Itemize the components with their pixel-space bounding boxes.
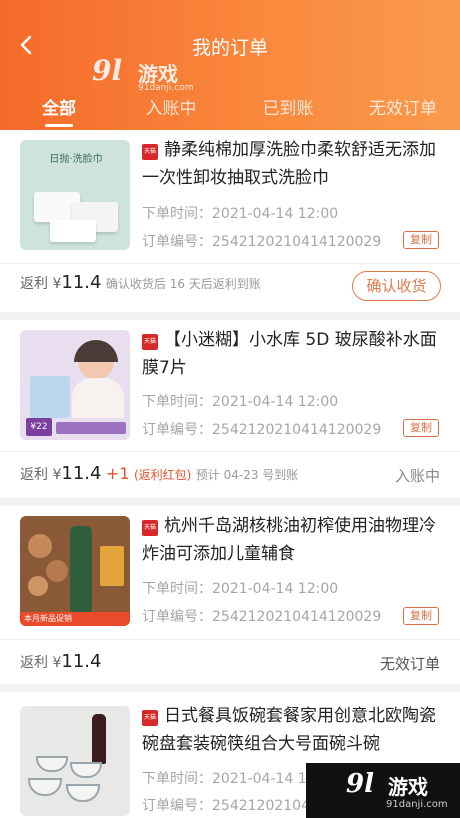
product-title[interactable]: 杭州千岛湖核桃油初榨使用油物理冷炸油可添加儿童辅食	[142, 512, 442, 568]
order-time-value: 2021-04-14 12:00	[212, 581, 339, 597]
product-title[interactable]: 静柔纯棉加厚洗脸巾柔软舒适无添加一次性卸妆抽取式洗脸巾	[142, 136, 442, 192]
order-number: 订单编号：2542120210414120029	[142, 606, 381, 626]
order-time-label: 下单时间：	[142, 394, 212, 410]
order-number-value: 2542120210414120029	[212, 609, 382, 625]
order-card[interactable]: 本月新品促销 天猫 杭州千岛湖核桃油初榨使用油物理冷炸油可添加儿童辅食 下单时间…	[0, 506, 460, 684]
rebate-info: 返利 ¥11.4 确认收货后 16 天后返利到账	[20, 272, 261, 293]
order-number-label: 订单编号：	[142, 798, 212, 814]
order-number-label: 订单编号：	[142, 609, 212, 625]
order-status: 无效订单	[379, 655, 440, 673]
product-image[interactable]: 日抛·洗脸巾	[20, 140, 130, 250]
order-number: 订单编号：2542120210414120029	[142, 419, 381, 439]
divider	[0, 263, 460, 264]
order-number-value: 2542120210414120029	[212, 234, 382, 250]
wine-bottle	[92, 714, 106, 764]
copy-button[interactable]: 复制	[403, 607, 439, 625]
bonus-tag: (返利红包)	[133, 468, 192, 482]
bowl	[28, 778, 62, 796]
tab-all[interactable]: 全部	[4, 94, 114, 119]
order-tabs: 全部 入账中 已到账 无效订单	[0, 88, 460, 124]
tab-invalid[interactable]: 无效订单	[348, 94, 458, 119]
promo-bar	[56, 422, 126, 434]
rebate-label: 返利	[20, 276, 48, 292]
watermark-url: 91danji.com	[386, 799, 448, 810]
page-title: 我的订单	[191, 37, 268, 59]
order-time-label: 下单时间：	[142, 581, 212, 597]
bonus-amount: +1	[105, 464, 130, 483]
oil-bottle	[70, 526, 92, 612]
walnut	[28, 576, 48, 596]
watermark-logo: 9l 游戏 91danji.com	[306, 763, 460, 818]
price-tag: ¥22	[26, 418, 52, 436]
order-card[interactable]: 日抛·洗脸巾 天猫 静柔纯棉加厚洗脸巾柔软舒适无添加一次性卸妆抽取式洗脸巾 下单…	[0, 130, 460, 312]
watermark-logo-mark: 9l	[92, 54, 123, 87]
watermark-logo-text: 游戏	[388, 775, 428, 799]
order-time-label: 下单时间：	[142, 206, 212, 222]
model-hair	[74, 340, 118, 362]
promo-banner: 本月新品促销	[20, 612, 130, 626]
order-time: 下单时间：2021-04-14 12:00	[142, 391, 338, 411]
rebate-note: 确认收货后 16 天后返利到账	[105, 277, 261, 291]
rebate-info: 返利 ¥11.4 +1 (返利红包) 预计 04-23 号到账	[20, 463, 298, 484]
bowl	[36, 756, 68, 772]
order-number: 订单编号：2542120210414120029	[142, 231, 381, 251]
product-title[interactable]: 日式餐具饭碗套餐家用创意北欧陶瓷碗盘套装碗筷组合大号面碗斗碗	[142, 702, 442, 758]
active-tab-indicator	[45, 124, 73, 127]
rebate-amount: 11.4	[61, 272, 102, 293]
model-body	[72, 378, 124, 418]
rebate-note: 预计 04-23 号到账	[195, 468, 299, 482]
order-number-value: 2542120210414120029	[212, 422, 382, 438]
order-time: 下单时间：2021-04-14 12:00	[142, 578, 338, 598]
order-time: 下单时间：2021-04-14 12:00	[142, 203, 338, 223]
product-image[interactable]: 本月新品促销	[20, 516, 130, 626]
mask-pack	[30, 376, 70, 418]
product-image[interactable]	[20, 706, 130, 816]
order-card[interactable]: ¥22 天猫 【小迷糊】小水库 5D 玻尿酸补水面膜7片 下单时间：2021-0…	[0, 320, 460, 498]
rebate-amount: 11.4	[61, 651, 102, 672]
order-status: 入账中	[394, 467, 440, 485]
rebate-label: 返利	[20, 467, 48, 483]
product-image[interactable]: ¥22	[20, 330, 130, 440]
product-title[interactable]: 【小迷糊】小水库 5D 玻尿酸补水面膜7片	[142, 326, 442, 382]
bowl	[66, 784, 100, 802]
order-time-label: 下单时间：	[142, 771, 212, 787]
order-time-value: 2021-04-14 12:00	[212, 206, 339, 222]
tab-received[interactable]: 已到账	[233, 94, 343, 119]
order-number-label: 订单编号：	[142, 234, 212, 250]
watermark-logo-mark: 9l	[346, 769, 374, 799]
app-header: 我的订单 9l 游戏 91danji.com 全部 入账中 已到账 无效订单	[0, 0, 460, 130]
divider	[0, 451, 460, 452]
copy-button[interactable]: 复制	[403, 419, 439, 437]
copy-button[interactable]: 复制	[403, 231, 439, 249]
bowl	[70, 762, 102, 778]
walnut	[28, 534, 52, 558]
divider	[0, 639, 460, 640]
product-image-label: 日抛·洗脸巾	[49, 154, 103, 165]
rebate-amount: 11.4	[61, 463, 102, 484]
rebate-info: 返利 ¥11.4	[20, 651, 101, 672]
promo-label	[100, 546, 124, 586]
order-number-label: 订单编号：	[142, 422, 212, 438]
confirm-receipt-button[interactable]: 确认收货	[352, 271, 441, 301]
tab-pending[interactable]: 入账中	[116, 94, 226, 119]
rebate-label: 返利	[20, 655, 48, 671]
tissue-box	[50, 220, 96, 242]
order-time-value: 2021-04-14 12:00	[212, 394, 339, 410]
walnut	[46, 560, 68, 582]
